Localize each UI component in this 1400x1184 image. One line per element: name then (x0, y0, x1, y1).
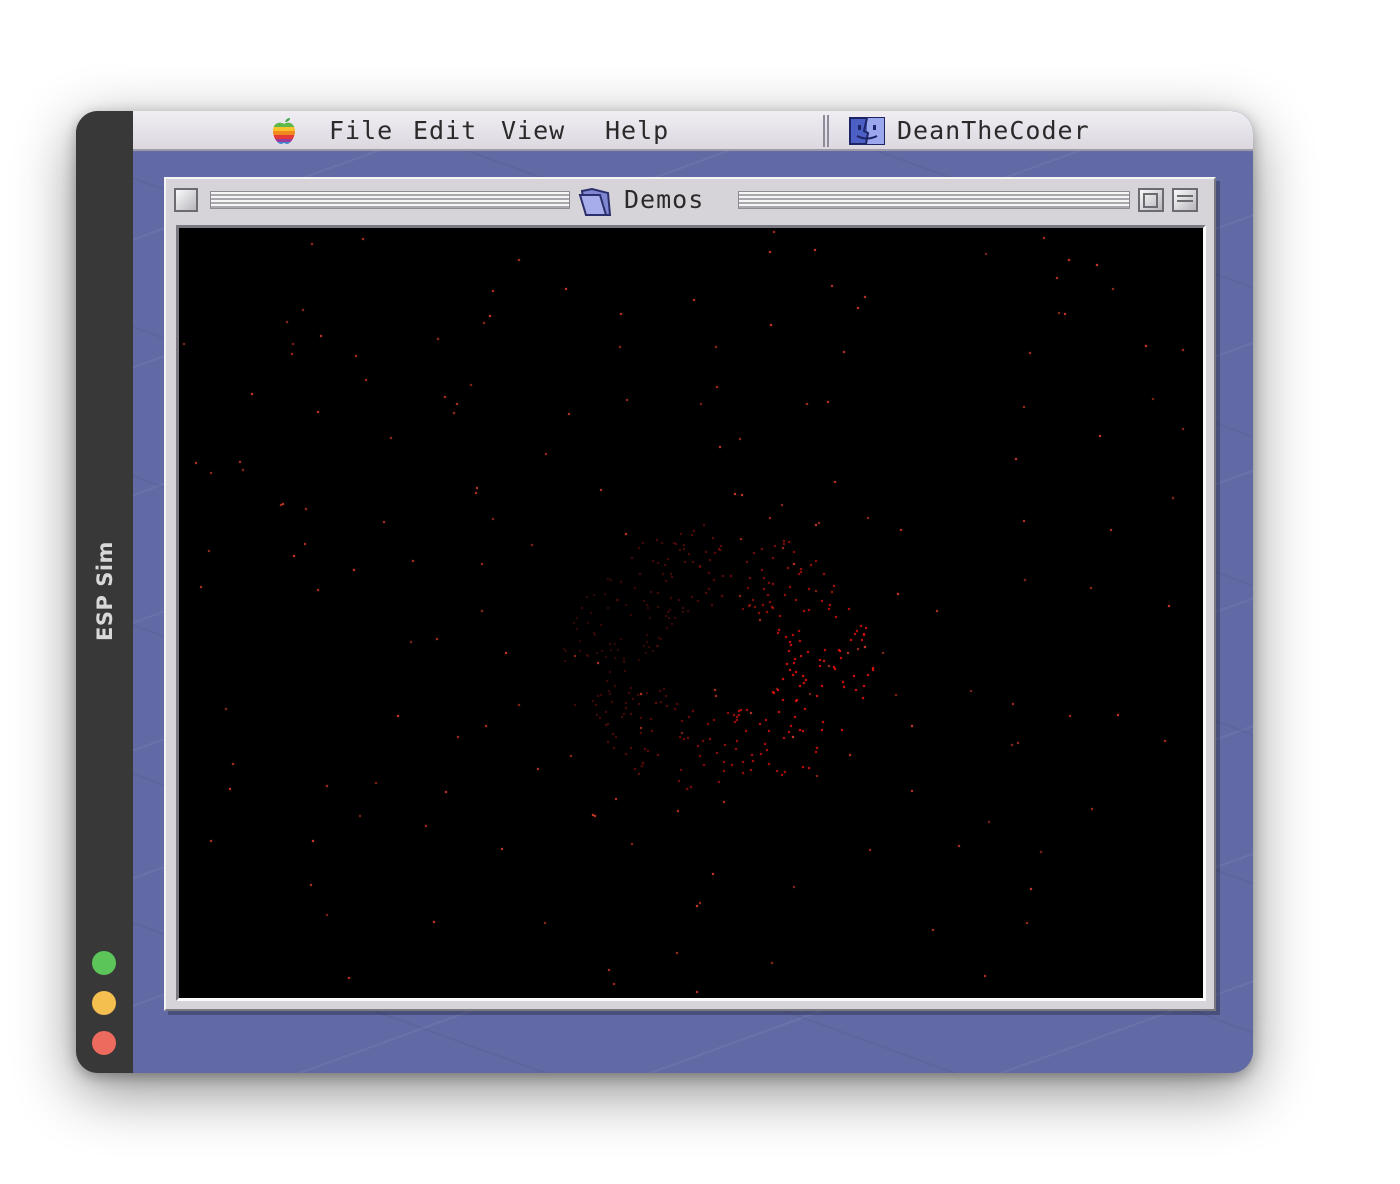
demos-window: Demos (164, 177, 1216, 1011)
apple-menu-icon[interactable] (269, 116, 299, 146)
particle-demo-display (179, 228, 1203, 998)
display-frame (176, 225, 1206, 1001)
menu-view[interactable]: View (501, 115, 565, 147)
app-title: ESP Sim (92, 541, 117, 641)
window-title: Demos (624, 185, 705, 214)
minimize-traffic-light[interactable] (92, 991, 116, 1015)
titlebar-stripes-right (738, 191, 1130, 209)
window-collapse-box[interactable] (1172, 188, 1198, 212)
close-traffic-light[interactable] (92, 1031, 116, 1055)
menubar: File Edit View Help DeanTheCoder (133, 111, 1253, 151)
side-strip: ESP Sim (76, 111, 133, 1073)
menu-help[interactable]: Help (605, 115, 669, 147)
menu-file[interactable]: File (329, 115, 393, 147)
menubar-separator (823, 115, 831, 147)
finder-face-icon[interactable] (849, 115, 885, 147)
zoom-traffic-light[interactable] (92, 951, 116, 975)
window-titlebar[interactable]: Demos (166, 179, 1214, 221)
mac-desktop: File Edit View Help DeanTheCoder Demos (133, 111, 1253, 1073)
window-close-box[interactable] (174, 188, 198, 212)
folder-icon (578, 187, 612, 216)
window-zoom-box[interactable] (1138, 188, 1164, 212)
titlebar-stripes-left (210, 191, 570, 209)
menu-edit[interactable]: Edit (413, 115, 477, 147)
active-app-name[interactable]: DeanTheCoder (897, 115, 1090, 147)
esp-sim-window: ESP Sim File Edit View Help DeanTheCoder… (76, 111, 1253, 1073)
